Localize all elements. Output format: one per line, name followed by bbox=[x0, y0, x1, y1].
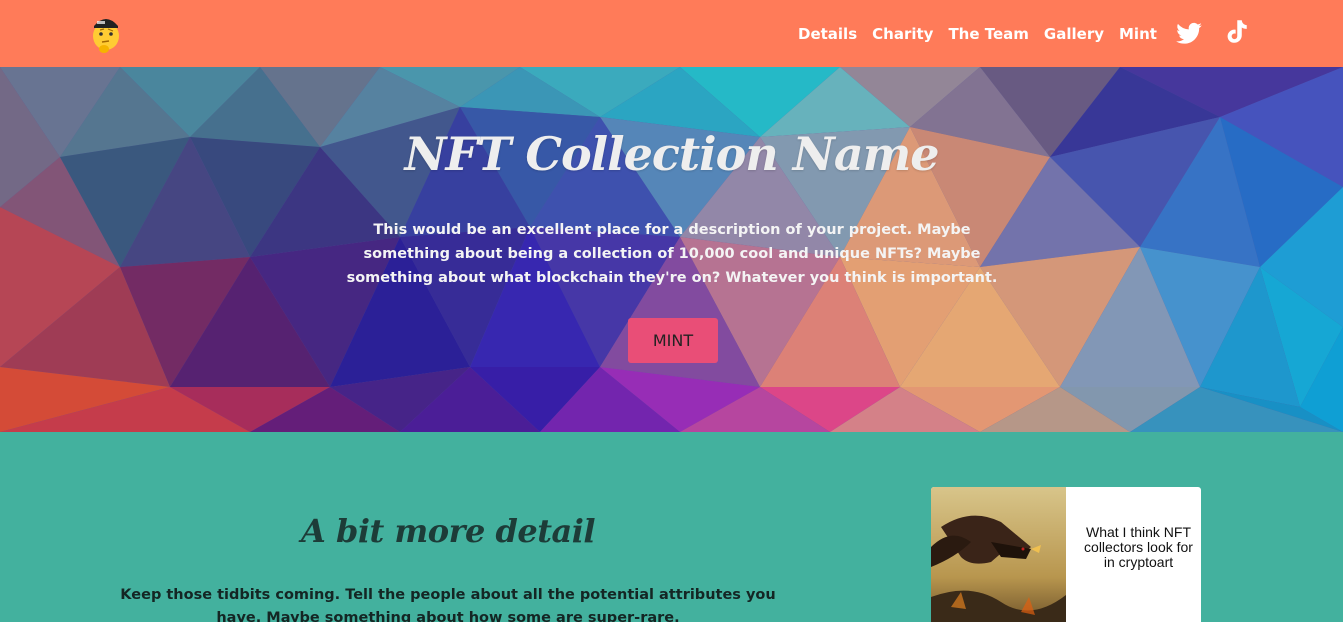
card-caption: What I think NFT collectors look for in … bbox=[1084, 524, 1193, 570]
twitter-icon[interactable] bbox=[1175, 20, 1203, 48]
hero-section: NFT Collection Name This would be an exc… bbox=[0, 67, 1343, 432]
detail-title: A bit more detail bbox=[300, 512, 596, 550]
nav-link-gallery[interactable]: Gallery bbox=[1044, 24, 1104, 44]
nav-link-details[interactable]: Details bbox=[798, 24, 857, 44]
meme-card[interactable]: What I think NFT collectors look for in … bbox=[931, 487, 1201, 622]
mint-button[interactable]: MINT bbox=[628, 318, 718, 363]
detail-text: Keep those tidbits coming. Tell the peop… bbox=[120, 587, 776, 622]
nav-link-mint[interactable]: Mint bbox=[1119, 24, 1157, 44]
hero-description: This would be an excellent place for a d… bbox=[346, 222, 998, 286]
hero-title: NFT Collection Name bbox=[404, 127, 939, 181]
navbar: Details Charity The Team Gallery Mint bbox=[0, 0, 1343, 67]
nav-link-the-team[interactable]: The Team bbox=[948, 24, 1028, 44]
tiktok-icon[interactable] bbox=[1222, 18, 1250, 46]
dragon-image bbox=[931, 487, 1066, 622]
nav-links: Details Charity The Team Gallery Mint bbox=[798, 24, 1172, 44]
nav-link-charity[interactable]: Charity bbox=[872, 24, 933, 44]
thinking-face-cap-icon[interactable] bbox=[88, 10, 124, 56]
